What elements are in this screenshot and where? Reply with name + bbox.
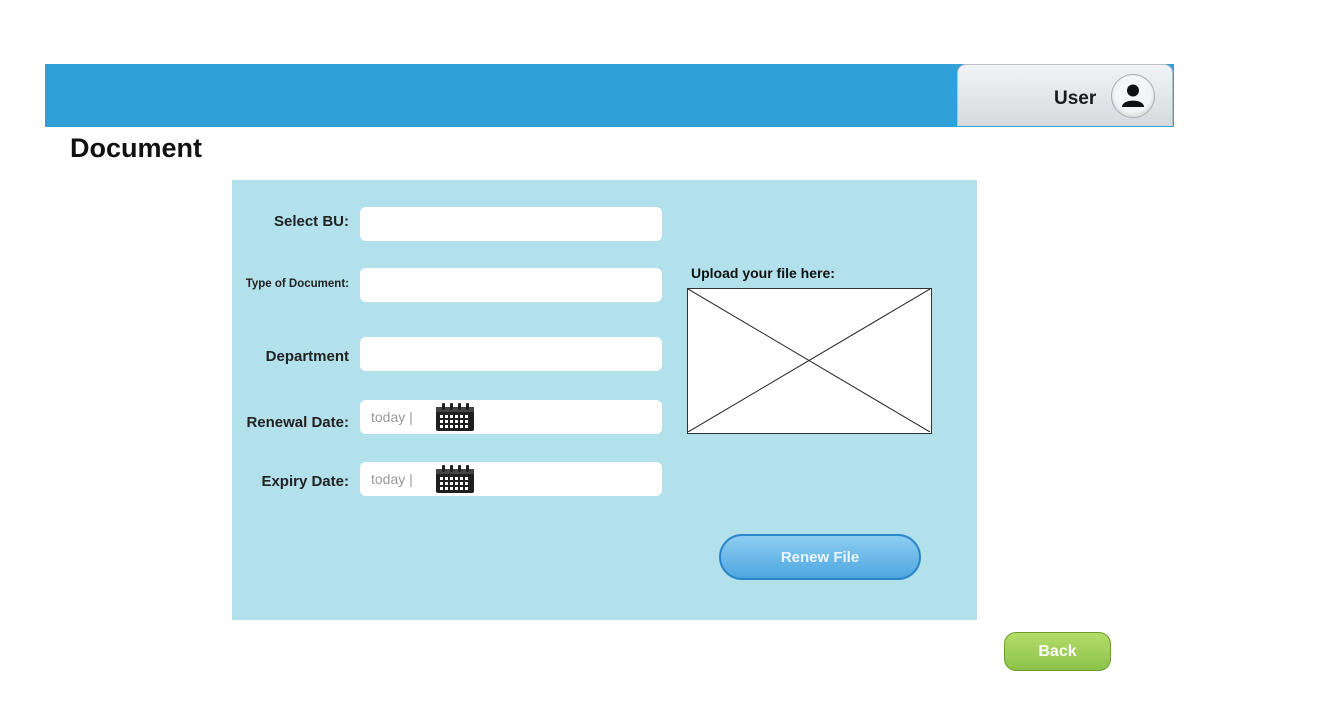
- renew-file-button[interactable]: Renew File: [719, 534, 921, 580]
- user-avatar[interactable]: [1111, 74, 1155, 118]
- user-label: User: [1054, 88, 1097, 109]
- file-upload-dropzone[interactable]: [687, 288, 932, 434]
- expiry-date-placeholder: today |: [371, 471, 413, 487]
- page-title: Document: [70, 133, 203, 163]
- renewal-date-placeholder: today |: [371, 409, 413, 425]
- renewal-date-label: Renewal Date:: [246, 414, 349, 431]
- type-of-document-label: Type of Document:: [245, 278, 349, 290]
- upload-label: Upload your file here:: [691, 265, 835, 281]
- department-field[interactable]: [360, 337, 662, 371]
- calendar-icon[interactable]: [435, 465, 475, 494]
- user-menu[interactable]: User: [957, 64, 1173, 126]
- calendar-icon[interactable]: [435, 403, 475, 432]
- document-form-panel: Select BU: Type of Document: Department …: [232, 180, 977, 620]
- expiry-date-field[interactable]: today |: [360, 462, 662, 496]
- renewal-date-field[interactable]: today |: [360, 400, 662, 434]
- expiry-date-label: Expiry Date:: [261, 473, 349, 490]
- type-of-document-field[interactable]: [360, 268, 662, 302]
- select-bu-field[interactable]: [360, 207, 662, 241]
- user-icon: [1122, 84, 1144, 107]
- back-button[interactable]: Back: [1004, 632, 1111, 671]
- image-placeholder-icon: [688, 289, 930, 432]
- select-bu-label: Select BU:: [273, 213, 349, 230]
- department-label: Department: [265, 348, 349, 365]
